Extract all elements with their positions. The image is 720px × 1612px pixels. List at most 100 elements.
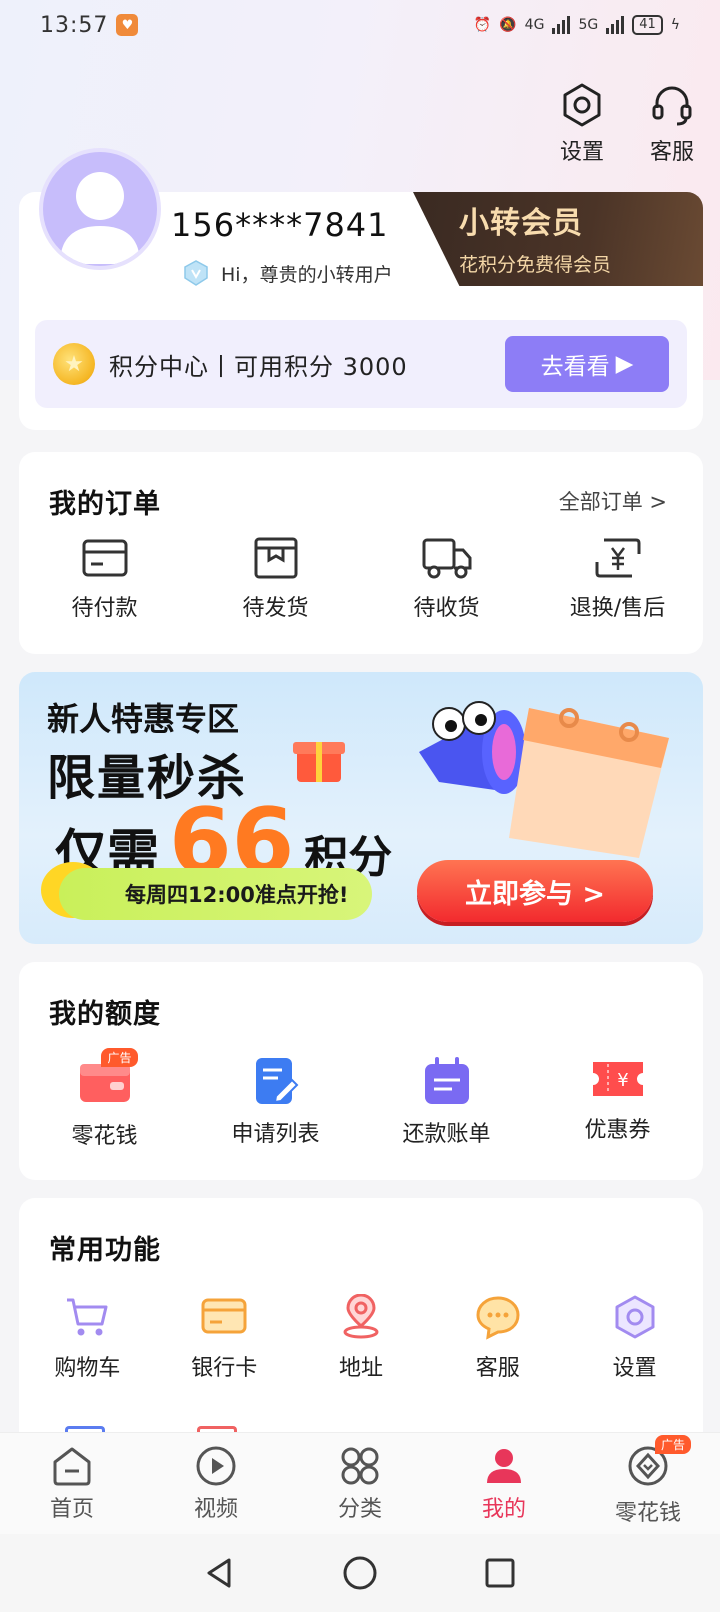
signal-icon (552, 16, 571, 34)
status-icons: ⏰ 🔕 4G 5G 41 ϟ (474, 15, 680, 35)
play-icon (196, 1446, 236, 1486)
all-orders-link[interactable]: 全部订单 > (559, 486, 667, 516)
quota-application-list[interactable]: 申请列表 (190, 1056, 361, 1150)
nav-home[interactable]: 首页 (0, 1433, 144, 1534)
order-label: 待发货 (242, 596, 309, 621)
default-avatar-icon (60, 172, 140, 264)
nav-label: 零花钱 (614, 1501, 681, 1526)
settings-label: 设置 (559, 140, 604, 165)
function-label: 购物车 (54, 1356, 121, 1381)
top-actions: 设置 客服 (552, 82, 702, 166)
quota-pocket-money[interactable]: 广告 零花钱 (19, 1048, 190, 1150)
promo-line1: 新人特惠专区 (47, 700, 240, 738)
settings-button[interactable]: 设置 (552, 82, 612, 166)
bottom-nav: 首页 视频 分类 我的 广告 零花钱 (0, 1432, 720, 1534)
function-label: 银行卡 (191, 1356, 258, 1381)
quota-card: 我的额度 广告 零花钱 申请列表 还款账单 ¥ 优惠券 (19, 962, 703, 1180)
play-triangle-icon: ▶ (615, 351, 634, 377)
gear-icon (563, 83, 601, 127)
battery-icon: 41 (632, 15, 663, 35)
order-after-sales[interactable]: 退换/售后 (532, 536, 703, 622)
headset-icon (652, 86, 692, 126)
vip-subtitle: 花积分免费得会员 (459, 254, 612, 276)
function-shopping-cart[interactable]: 购物车 (19, 1294, 156, 1382)
status-time: 13:57 (40, 12, 109, 38)
net-5g-label: 5G (578, 17, 599, 33)
category-icon (341, 1447, 379, 1485)
wallet-card-icon (82, 539, 127, 577)
nav-label: 我的 (481, 1497, 526, 1522)
profile-card: 156****7841 Hi，尊贵的小转用户 小转会员 花积分免费得会员 ★ 积… (19, 148, 703, 430)
quota-label: 申请列表 (231, 1122, 320, 1147)
quota-label: 零花钱 (71, 1124, 138, 1149)
order-label: 退换/售后 (569, 596, 666, 621)
signal-icon-2 (606, 16, 625, 34)
function-label: 客服 (475, 1356, 520, 1381)
recents-square-icon[interactable] (483, 1556, 517, 1590)
home-circle-icon[interactable] (342, 1555, 378, 1591)
nav-mine[interactable]: 我的 (432, 1433, 576, 1534)
status-bar: 13:57 ♥ ⏰ 🔕 4G 5G 41 ϟ (0, 0, 720, 50)
user-icon (487, 1449, 521, 1483)
functions-row: 购物车 银行卡 地址 客服 设置 (19, 1294, 703, 1382)
greeting-row: Hi，尊贵的小转用户 (181, 258, 393, 288)
svg-text:¥: ¥ (617, 1070, 628, 1091)
go-see-button[interactable]: 去看看 ▶ (505, 336, 669, 392)
promo-time-pill: 每周四12:00准点开抢! (59, 868, 373, 920)
promo-banner[interactable]: 新人特惠专区 限量秒杀 仅需 66 积分 每周四12:00准点开抢! 立即参与 … (19, 672, 703, 944)
diamond-badge-icon (184, 260, 208, 286)
ad-tag: 广告 (654, 1435, 691, 1454)
quota-title: 我的额度 (49, 999, 161, 1030)
greeting-text: Hi，尊贵的小转用户 (221, 263, 393, 286)
calendar-icon (509, 708, 669, 858)
function-bank-card[interactable]: 银行卡 (156, 1294, 293, 1382)
location-pin-icon (343, 1294, 379, 1339)
shopping-cart-icon (67, 1298, 108, 1336)
nav-label: 视频 (193, 1497, 238, 1522)
function-customer-service[interactable]: 客服 (429, 1294, 566, 1382)
order-label: 待收货 (413, 596, 480, 621)
refund-yen-icon (595, 538, 640, 578)
nav-pocket-money[interactable]: 广告 零花钱 (576, 1433, 720, 1534)
vip-title: 小转会员 (459, 206, 583, 241)
mute-bell-icon: 🔕 (499, 17, 517, 33)
order-pending-shipment[interactable]: 待发货 (190, 536, 361, 622)
nav-video[interactable]: 视频 (144, 1433, 288, 1534)
function-settings[interactable]: 设置 (566, 1294, 703, 1382)
back-triangle-icon[interactable] (203, 1556, 237, 1590)
order-pending-payment[interactable]: 待付款 (19, 536, 190, 622)
points-text: 积分中心丨可用积分 3000 (109, 352, 408, 381)
gift-box-icon (293, 742, 345, 782)
nav-category[interactable]: 分类 (288, 1433, 432, 1534)
alarm-icon: ⏰ (473, 17, 492, 33)
order-status-row: 待付款 待发货 待收货 退换/售后 (19, 536, 703, 622)
points-center-bar[interactable]: ★ 积分中心丨可用积分 3000 去看看 ▶ (35, 320, 687, 408)
home-icon (53, 1447, 91, 1486)
quota-repayment-bill[interactable]: 还款账单 (361, 1056, 532, 1150)
join-now-button[interactable]: 立即参与 > (417, 860, 653, 922)
quota-coupons[interactable]: ¥ 优惠券 (532, 1056, 703, 1150)
nav-label: 首页 (49, 1497, 94, 1522)
function-label: 地址 (338, 1356, 383, 1381)
delivery-truck-icon (422, 538, 471, 579)
service-label: 客服 (649, 140, 694, 165)
nav-label: 分类 (337, 1497, 382, 1522)
chat-bubble-icon (476, 1296, 520, 1340)
avatar[interactable] (39, 148, 161, 270)
coupon-ticket-icon: ¥ (592, 1062, 643, 1096)
calendar-bill-icon (424, 1057, 469, 1104)
bank-card-icon (201, 1298, 247, 1334)
system-navigation-bar (0, 1534, 720, 1612)
user-phone: 156****7841 (171, 206, 389, 244)
ad-tag: 广告 (101, 1048, 138, 1067)
app-notification-icon: ♥ (116, 14, 139, 36)
coin-star-icon: ★ (53, 343, 95, 385)
net-4g-label: 4G (524, 17, 545, 33)
function-address[interactable]: 地址 (293, 1294, 430, 1382)
hexagon-settings-icon (615, 1295, 655, 1339)
customer-service-button[interactable]: 客服 (642, 82, 702, 166)
quota-label: 还款账单 (402, 1122, 491, 1147)
order-pending-receipt[interactable]: 待收货 (361, 536, 532, 622)
vip-membership-banner[interactable]: 小转会员 花积分免费得会员 (413, 192, 703, 286)
orders-card: 我的订单 全部订单 > 待付款 待发货 待收货 退换/售后 (19, 452, 703, 654)
